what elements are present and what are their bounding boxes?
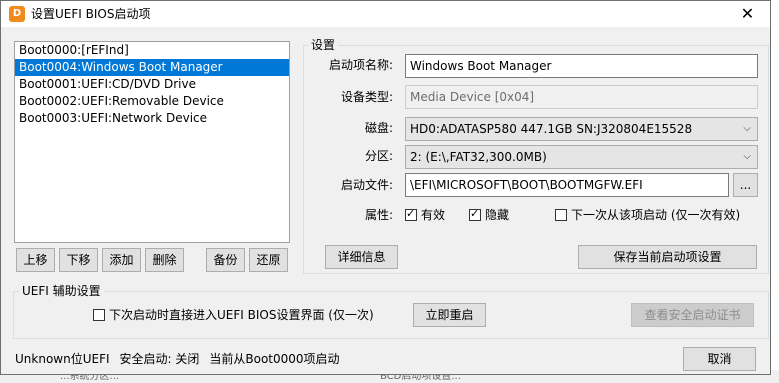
enter-bios-next-label: 下次启动时直接进入UEFI BIOS设置界面 (仅一次) — [109, 308, 374, 322]
move-down-button[interactable]: 下移 — [59, 248, 98, 272]
app-icon: D — [9, 6, 25, 22]
browse-button[interactable]: ... — [733, 173, 758, 197]
delete-entry-button[interactable]: 删除 — [145, 248, 184, 272]
attributes-label: 属性: — [364, 208, 393, 222]
backup-button[interactable]: 备份 — [206, 248, 245, 272]
attr-hidden-label: 隐藏 — [485, 208, 510, 222]
add-entry-button[interactable]: 添加 — [102, 248, 141, 272]
move-up-button[interactable]: 上移 — [16, 248, 55, 272]
entry-name-label: 启动项名称: — [328, 58, 393, 72]
close-icon: ✕ — [740, 4, 755, 23]
entry-name-input[interactable]: Windows Boot Manager — [405, 54, 758, 78]
checkbox-box — [405, 207, 417, 221]
boot-entry-item[interactable]: Boot0004:Windows Boot Manager — [15, 59, 289, 76]
boot-entry-item[interactable]: Boot0002:UEFI:Removable Device — [15, 93, 289, 110]
current-boot-entry: 当前从Boot0000项启动 — [209, 352, 340, 366]
checkbox-box — [469, 207, 481, 221]
uefi-bitness: Unknown位UEFI — [15, 352, 110, 366]
attr-hidden-checkbox[interactable]: 隐藏 — [469, 207, 510, 222]
boot-file-input[interactable]: \EFI\MICROSOFT\BOOT\BOOTMGFW.EFI — [405, 173, 729, 197]
next-boot-once-label: 下一次从该项启动 (仅一次有效) — [571, 208, 741, 222]
save-entry-button[interactable]: 保存当前启动项设置 — [578, 245, 757, 269]
uefi-aux-caption: UEFI 辅助设置 — [19, 284, 104, 298]
chevron-down-icon: ⌵ — [743, 123, 751, 134]
chevron-down-icon: ⌵ — [743, 151, 751, 162]
window-title: 设置UEFI BIOS启动项 — [31, 7, 151, 21]
title-bar[interactable]: D 设置UEFI BIOS启动项 ✕ — [1, 1, 770, 27]
restart-now-button[interactable]: 立即重启 — [413, 303, 486, 327]
restore-button[interactable]: 还原 — [249, 248, 288, 272]
partition-select[interactable]: 2: (E:\,FAT32,300.0MB) ⌵ — [405, 145, 758, 169]
partition-label: 分区: — [364, 149, 393, 163]
settings-caption: 设置 — [308, 38, 339, 52]
disk-select[interactable]: HD0:ADATASP580 447.1GB SN:J320804E15528 … — [405, 117, 758, 141]
next-boot-once-checkbox[interactable]: 下一次从该项启动 (仅一次有效) — [555, 208, 740, 222]
partition-select-value: 2: (E:\,FAT32,300.0MB) — [410, 150, 547, 164]
attr-active-label: 有效 — [421, 208, 446, 222]
cancel-button[interactable]: 取消 — [683, 347, 756, 371]
secure-boot-status: 安全启动: 关闭 — [119, 352, 200, 366]
secure-boot-cert-button: 查看安全启动证书 — [631, 303, 754, 327]
boot-entry-item[interactable]: Boot0000:[rEFInd] — [15, 42, 289, 59]
details-button[interactable]: 详细信息 — [325, 245, 398, 269]
enter-bios-next-checkbox[interactable]: 下次启动时直接进入UEFI BIOS设置界面 (仅一次) — [93, 308, 374, 322]
uefi-boot-dialog: D 设置UEFI BIOS启动项 ✕ Boot0000:[rEFInd] Boot… — [0, 0, 771, 375]
disk-select-value: HD0:ADATASP580 447.1GB SN:J320804E15528 — [410, 122, 693, 136]
status-bar: Unknown位UEFI 安全启动: 关闭 当前从Boot0000项启动 — [15, 351, 350, 367]
boot-entry-item[interactable]: Boot0001:UEFI:CD/DVD Drive — [15, 76, 289, 93]
checkbox-box — [555, 209, 567, 221]
boot-entry-list[interactable]: Boot0000:[rEFInd] Boot0004:Windows Boot M… — [14, 41, 290, 243]
boot-entry-item[interactable]: Boot0003:UEFI:Network Device — [15, 110, 289, 127]
device-type-label: 设备类型: — [340, 90, 393, 104]
device-type-field: Media Device [0x04] — [405, 85, 758, 109]
disk-label: 磁盘: — [364, 121, 393, 135]
attr-active-checkbox[interactable]: 有效 — [405, 207, 446, 222]
boot-file-label: 启动文件: — [340, 178, 393, 192]
close-button[interactable]: ✕ — [725, 1, 770, 27]
checkbox-box — [93, 309, 105, 321]
